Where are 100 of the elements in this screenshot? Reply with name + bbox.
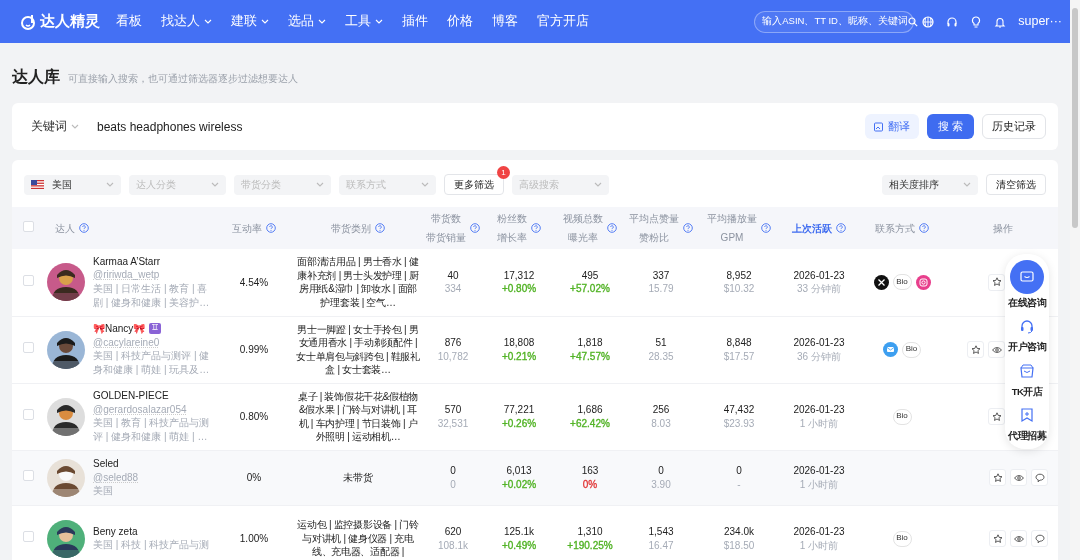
bell-icon[interactable] [994, 15, 1007, 28]
categories-text: 未带货 [342, 470, 374, 485]
comment-button[interactable] [1031, 469, 1048, 486]
nav-link[interactable]: 工具 [345, 12, 383, 31]
cell-value: 1,543 [647, 525, 675, 539]
cell-value: 256 [651, 403, 671, 417]
cell-subvalue: 334 [444, 283, 462, 295]
column-header[interactable]: 带货类别 [331, 218, 371, 238]
column-header: 操作 [992, 221, 1013, 236]
country-select[interactable]: 美国 [24, 174, 121, 195]
nav-link[interactable]: 看板 [116, 12, 142, 31]
star-icon [970, 344, 981, 355]
cell-subvalue: 108.1k [438, 539, 468, 551]
history-button[interactable]: 历史记录 [982, 114, 1046, 139]
talent-handle[interactable]: @seled88 [93, 471, 139, 483]
talent-name[interactable]: Seled [93, 457, 119, 471]
x-icon[interactable] [873, 274, 889, 290]
search-mode-select[interactable]: 关键词 [31, 117, 79, 136]
row-checkbox[interactable] [23, 470, 34, 482]
headset-icon [1018, 317, 1036, 336]
globe-icon[interactable] [922, 15, 935, 28]
instagram-icon[interactable] [915, 274, 931, 290]
cell-subvalue: 15.79 [648, 283, 674, 295]
talent-name[interactable]: Karmaa A’Starr [93, 254, 161, 269]
talent-handle[interactable]: @cacylareine0 [93, 336, 160, 348]
float-menu-item[interactable]: 开户咨询 [1005, 314, 1049, 355]
nav-link[interactable]: 建联 [231, 12, 269, 31]
nav-link[interactable]: 官方开店 [537, 12, 589, 31]
float-menu-item[interactable]: 代理招募 [1005, 402, 1049, 443]
star-button[interactable] [989, 469, 1006, 486]
bio-link[interactable]: Bio [902, 341, 921, 358]
cell-subvalue: $18.50 [723, 539, 755, 551]
row-checkbox[interactable] [23, 275, 34, 286]
star-icon [991, 277, 1002, 288]
bio-link[interactable]: Bio [892, 408, 912, 425]
headset-icon[interactable] [946, 15, 959, 28]
nav-link[interactable]: 博客 [492, 12, 518, 31]
cell-value: 234.0k [723, 525, 755, 539]
search-icon [908, 16, 918, 27]
star-button[interactable] [967, 341, 984, 358]
help-icon [79, 223, 89, 233]
star-button[interactable] [988, 273, 1005, 291]
view-button[interactable] [988, 341, 1005, 358]
lightbulb-icon[interactable] [970, 15, 983, 28]
row-checkbox[interactable] [23, 409, 34, 421]
talent-name[interactable]: 🎀Nancy🎀 [93, 322, 146, 336]
talent-name[interactable]: GOLDEN-PIECE [93, 389, 169, 403]
cell-value: 51 [654, 336, 668, 350]
cell-value: 2026-01-23 [792, 464, 846, 478]
star-button[interactable] [988, 408, 1005, 425]
cell-value: 2026-01-23 [792, 268, 846, 283]
row-checkbox[interactable] [23, 342, 34, 354]
caret-icon [316, 181, 324, 188]
nav-link[interactable]: 找达人 [161, 12, 212, 31]
talent-handle[interactable]: @gerardosalazar054 [93, 403, 187, 415]
cell-subvalue: 0% [582, 478, 598, 490]
star-button[interactable] [989, 530, 1006, 547]
cell-subvalue: +0.21% [501, 350, 537, 362]
bio-link[interactable]: Bio [892, 274, 912, 291]
search-button[interactable]: 搜 索 [926, 114, 974, 139]
eye-icon [991, 344, 1002, 355]
engagement-rate: 0.99% [239, 343, 269, 355]
nav-link[interactable]: 选品 [288, 12, 326, 31]
caret-icon [963, 181, 971, 188]
view-button[interactable] [1010, 469, 1027, 486]
translate-button[interactable]: 翻译 [864, 114, 919, 139]
bio-link[interactable]: Bio [892, 530, 912, 547]
cell-subvalue: +0.49% [501, 539, 537, 551]
search-bar[interactable]: 关键词 beats headphones wireless 翻译 搜 索 历史记录 [12, 103, 1058, 150]
float-menu-item[interactable]: TK开店 [1005, 358, 1049, 399]
nav-link[interactable]: 插件 [402, 12, 428, 31]
cell-value: 0 [657, 464, 665, 478]
cell-subvalue: 28.35 [648, 350, 674, 362]
email-icon[interactable] [883, 342, 898, 357]
speech-bubble-icon [1034, 472, 1045, 483]
row-checkbox[interactable] [23, 531, 34, 543]
cell-value: 8,952 [725, 268, 753, 283]
caret-icon [375, 18, 383, 25]
column-header[interactable]: 达人 [55, 218, 75, 238]
talent-tags: 美国 [93, 484, 139, 498]
talent-handle[interactable]: @ririwda_wetp [93, 269, 160, 281]
select-all-checkbox[interactable] [23, 220, 34, 232]
cell-value: 876 [443, 336, 463, 350]
brand-name[interactable]: 达人精灵 [40, 10, 100, 33]
caret-icon [261, 18, 269, 25]
nav-link[interactable]: 价格 [447, 12, 473, 31]
cell-subvalue: +0.80% [501, 283, 537, 295]
cell-value: 163 [580, 464, 600, 478]
column-header[interactable]: 互动率 [232, 218, 262, 238]
more-filters-button[interactable]: 更多筛选 [444, 174, 504, 195]
user-name[interactable]: super··· [1018, 12, 1062, 31]
cell-subvalue: 0 [450, 478, 456, 490]
view-button[interactable] [1010, 530, 1027, 547]
comment-button[interactable] [1031, 530, 1048, 547]
search-field[interactable]: 输入ASIN、TT ID、昵称、关键词 [754, 10, 915, 33]
cell-value: 2026-01-23 [792, 525, 846, 539]
sort-select[interactable]: 相关度排序 [882, 174, 978, 195]
clear-filters-button[interactable]: 清空筛选 [986, 174, 1046, 195]
talent-name[interactable]: Beny zeta [93, 524, 138, 539]
cell-subvalue: +190.25% [567, 539, 613, 551]
